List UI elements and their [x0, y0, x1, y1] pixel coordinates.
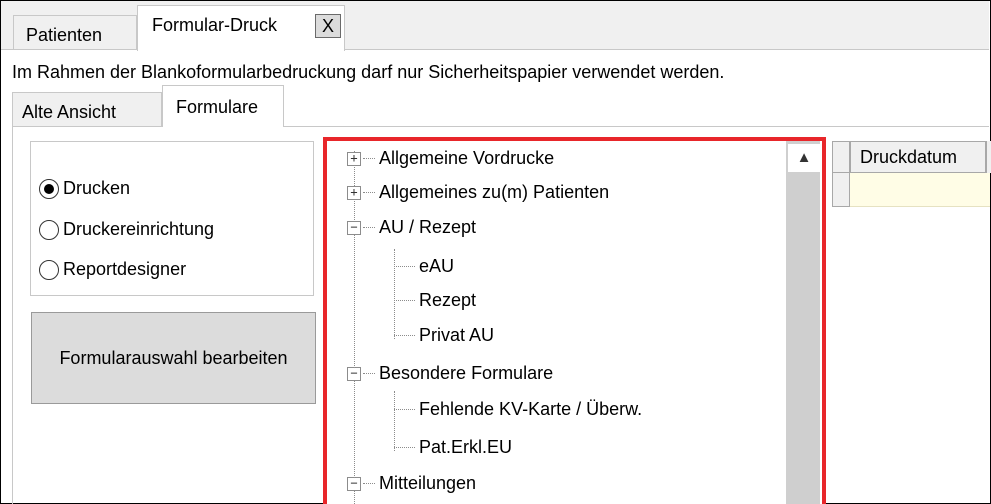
grid-column-header-druckdatum[interactable]: Druckdatum	[850, 141, 986, 173]
grid-row-header-corner	[832, 141, 850, 173]
radio-reportdesigner-circle[interactable]	[39, 259, 59, 280]
tab-patienten[interactable]: Patienten	[13, 15, 137, 49]
tree-item-eau[interactable]: eAU	[394, 256, 454, 277]
subtab-alte-ansicht[interactable]: Alte Ansicht	[12, 92, 162, 126]
tree-connector	[394, 409, 415, 410]
tab-close-button[interactable]: X	[315, 14, 341, 38]
tree-item-label: Rezept	[419, 290, 477, 310]
tree-scrollbar[interactable]	[786, 141, 820, 504]
subtab-alte-ansicht-label: Alte Ansicht	[22, 102, 117, 122]
tab-patienten-label: Patienten	[26, 25, 103, 45]
scroll-up-arrow-icon[interactable]: ▲	[788, 144, 820, 172]
radio-reportdesigner-label: Reportdesigner	[63, 259, 187, 279]
subtab-formulare-label: Formulare	[176, 97, 259, 117]
tree-root-line	[354, 151, 355, 504]
tree-connector	[363, 192, 375, 193]
tree-item-label: Mitteilungen	[379, 473, 477, 493]
tab-formular-druck-label: Formular-Druck	[152, 15, 278, 35]
tree-item-rezept[interactable]: Rezept	[394, 290, 476, 311]
radio-druckereinrichtung-label: Druckereinrichtung	[63, 219, 215, 239]
tree-connector	[394, 335, 415, 336]
tree-item-allgemeines-patienten[interactable]: + Allgemeines zu(m) Patienten	[347, 182, 609, 203]
tree-item-label: eAU	[419, 256, 455, 276]
radio-reportdesigner[interactable]: Reportdesigner	[39, 259, 186, 280]
expand-icon[interactable]: +	[347, 151, 361, 166]
radio-drucken-label: Drucken	[63, 178, 131, 198]
tree-connector	[394, 300, 415, 301]
tree-item-label: AU / Rezept	[379, 217, 477, 237]
tree-item-mitteilungen[interactable]: − Mitteilungen	[347, 473, 476, 494]
tree-connector	[363, 483, 375, 484]
security-paper-notice: Im Rahmen der Blankoformularbedruckung d…	[12, 62, 725, 82]
tree-item-label: Allgemeine Vordrucke	[379, 148, 555, 168]
tree-connector	[363, 158, 375, 159]
collapse-icon[interactable]: −	[347, 220, 361, 235]
form-tree: + Allgemeine Vordrucke + Allgemeines zu(…	[327, 141, 823, 504]
tree-item-besondere-formulare[interactable]: − Besondere Formulare	[347, 363, 553, 384]
radio-druckereinrichtung[interactable]: Druckereinrichtung	[39, 219, 214, 240]
print-mode-group: Drucken Druckereinrichtung Reportdesigne…	[30, 141, 314, 296]
radio-drucken-circle[interactable]	[39, 178, 59, 199]
tree-item-label: Allgemeines zu(m) Patienten	[379, 182, 610, 202]
tree-item-au-rezept[interactable]: − AU / Rezept	[347, 217, 476, 238]
grid-row-indicator[interactable]	[832, 173, 850, 207]
tree-item-label: Privat AU	[419, 325, 495, 345]
tree-item-privat-au[interactable]: Privat AU	[394, 325, 494, 346]
tree-item-pat-erkl-eu[interactable]: Pat.Erkl.EU	[394, 437, 512, 458]
tree-item-label: Besondere Formulare	[379, 363, 554, 383]
edit-form-selection-button[interactable]: Formularauswahl bearbeiten	[31, 312, 316, 404]
tree-connector	[394, 266, 415, 267]
expand-icon[interactable]: +	[347, 185, 361, 200]
tree-connector	[363, 227, 375, 228]
radio-drucken[interactable]: Drucken	[39, 178, 130, 199]
panel-border	[12, 127, 13, 504]
subtab-divider	[12, 126, 989, 127]
grid-column-header-next[interactable]	[986, 141, 991, 173]
tree-item-label: Fehlende KV-Karte / Überw.	[419, 399, 643, 419]
grid-row[interactable]	[850, 173, 990, 207]
tree-item-label: Pat.Erkl.EU	[419, 437, 513, 457]
tab-formular-druck[interactable]: Formular-Druck	[137, 5, 345, 51]
radio-druckereinrichtung-circle[interactable]	[39, 219, 59, 240]
tree-item-allgemeine-vordrucke[interactable]: + Allgemeine Vordrucke	[347, 148, 554, 169]
main-tab-bar: Patienten Formular-Druck X	[1, 1, 989, 51]
subtab-formulare[interactable]: Formulare	[162, 85, 284, 127]
collapse-icon[interactable]: −	[347, 366, 361, 381]
tree-connector	[394, 447, 415, 448]
tree-connector	[363, 373, 375, 374]
tree-item-fehlende-kv-karte[interactable]: Fehlende KV-Karte / Überw.	[394, 399, 642, 420]
collapse-icon[interactable]: −	[347, 476, 361, 491]
